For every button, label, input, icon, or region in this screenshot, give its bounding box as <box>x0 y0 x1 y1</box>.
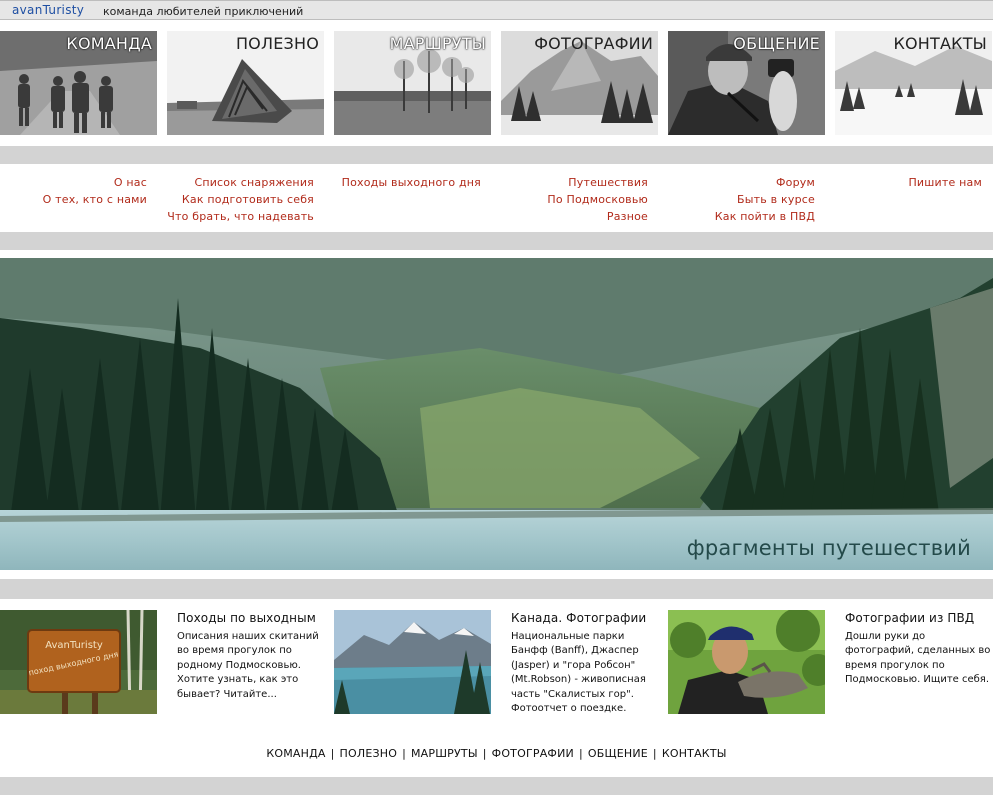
nav-tile-photos[interactable]: ФОТОГРАФИИ <box>501 31 658 135</box>
hero-banner: фрагменты путешествий <box>0 258 993 570</box>
hero-caption: фрагменты путешествий <box>686 536 971 560</box>
link-friends[interactable]: О тех, кто с нами <box>0 191 147 208</box>
feature-image-pvd[interactable] <box>668 610 825 714</box>
footer-separator: | <box>578 747 583 760</box>
sublinks-contacts: Пишите нам <box>824 174 982 191</box>
footer-nav: КОМАНДА | ПОЛЕЗНО | МАРШРУТЫ | ФОТОГРАФИИ | ОБЩЕ… <box>0 747 993 760</box>
woman-boot-photo <box>668 610 825 714</box>
divider-band <box>0 777 993 795</box>
divider-band <box>0 232 993 250</box>
link-gear-list[interactable]: Список снаряжения <box>150 174 314 191</box>
link-join-trip[interactable]: Как пойти в ПВД <box>657 208 815 225</box>
lake-forest-photo <box>0 258 993 570</box>
link-weekend-trips[interactable]: Походы выходного дня <box>320 174 481 191</box>
nav-tile-routes[interactable]: МАРШРУТЫ <box>334 31 491 135</box>
nav-tile-label: МАРШРУТЫ <box>389 34 486 53</box>
sublinks-community: Форум Быть в курсе Как пойти в ПВД <box>657 174 815 225</box>
trail-sign-photo: AvanTuristy поход выходного дня <box>0 610 157 714</box>
feature-description: Национальные парки Банфф (Banff), Джаспе… <box>511 631 646 715</box>
footer-link-community[interactable]: ОБЩЕНИЕ <box>588 747 648 760</box>
footer-separator: | <box>482 747 487 760</box>
nav-tile-label: ФОТОГРАФИИ <box>534 34 653 53</box>
link-misc[interactable]: Разное <box>490 208 648 225</box>
footer-separator: | <box>330 747 335 760</box>
site-tagline: команда любителей приключений <box>103 5 304 18</box>
nav-tile-useful[interactable]: ПОЛЕЗНО <box>167 31 324 135</box>
footer-link-routes[interactable]: МАРШРУТЫ <box>411 747 478 760</box>
footer-separator: | <box>402 747 406 760</box>
sublinks-routes: Походы выходного дня <box>320 174 481 191</box>
nav-tile-label: КОНТАКТЫ <box>893 34 987 53</box>
feature-title[interactable]: Походы по выходным <box>177 611 316 625</box>
link-travels[interactable]: Путешествия <box>490 174 648 191</box>
feature-title[interactable]: Канада. Фотографии <box>511 611 646 625</box>
nav-tile-contacts[interactable]: КОНТАКТЫ <box>835 31 992 135</box>
link-stay-informed[interactable]: Быть в курсе <box>657 191 815 208</box>
sublinks-useful: Список снаряжения Как подготовить себя Ч… <box>150 174 314 225</box>
nav-tile-label: КОМАНДА <box>66 34 152 53</box>
nav-tile-team[interactable]: КОМАНДА <box>0 31 157 135</box>
header-bar: avanTuristy команда любителей приключени… <box>0 0 993 20</box>
nav-tile-label: ПОЛЕЗНО <box>235 34 319 53</box>
site-logo[interactable]: avanTuristy <box>12 3 84 17</box>
feature-image-canada[interactable] <box>334 610 491 714</box>
footer-link-useful[interactable]: ПОЛЕЗНО <box>340 747 398 760</box>
footer-separator: | <box>652 747 657 760</box>
feature-description: Дошли руки до фотографий, сделанных во в… <box>845 631 991 686</box>
divider-band <box>0 146 993 164</box>
sublinks-photos: Путешествия По Подмосковью Разное <box>490 174 648 225</box>
footer-link-team[interactable]: КОМАНДА <box>266 747 325 760</box>
link-moscow-region[interactable]: По Подмосковью <box>490 191 648 208</box>
link-write-us[interactable]: Пишите нам <box>824 174 982 191</box>
nav-tile-community[interactable]: ОБЩЕНИЕ <box>668 31 825 135</box>
sublinks-team: О нас О тех, кто с нами <box>0 174 147 208</box>
canada-lake-photo <box>334 610 491 714</box>
nav-tile-label: ОБЩЕНИЕ <box>733 34 820 53</box>
feature-description: Описания наших скитаний во время прогуло… <box>177 631 319 700</box>
link-prepare[interactable]: Как подготовить себя <box>150 191 314 208</box>
divider-band <box>0 579 993 599</box>
feature-title[interactable]: Фотографии из ПВД <box>845 611 974 625</box>
footer-link-contacts[interactable]: КОНТАКТЫ <box>662 747 727 760</box>
link-about-us[interactable]: О нас <box>0 174 147 191</box>
sign-text: AvanTuristy <box>45 640 103 651</box>
feature-image-weekend[interactable]: AvanTuristy поход выходного дня <box>0 610 157 714</box>
link-what-to-wear[interactable]: Что брать, что надевать <box>150 208 314 225</box>
link-forum[interactable]: Форум <box>657 174 815 191</box>
footer-link-photos[interactable]: ФОТОГРАФИИ <box>492 747 574 760</box>
